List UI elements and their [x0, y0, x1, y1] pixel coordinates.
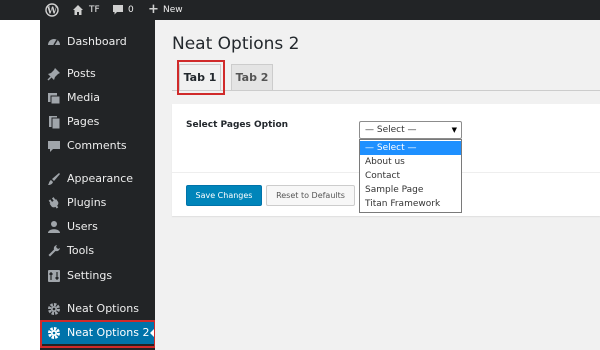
sidebar-item-posts[interactable]: Posts [40, 63, 155, 85]
dropdown-arrow-icon: ▼ [451, 126, 457, 134]
sidebar-item-media[interactable]: Media [40, 87, 155, 109]
tab-2[interactable]: Tab 2 [231, 64, 273, 90]
dashboard-icon [48, 39, 60, 46]
sidebar-item-pages[interactable]: Pages [40, 111, 155, 133]
sidebar-item-label: Neat Options [67, 302, 139, 315]
comments-count: 0 [128, 5, 134, 15]
plus-icon: + [148, 2, 159, 17]
sidebar-item-label: Pages [67, 115, 100, 128]
comment-bubble-icon [113, 5, 123, 15]
settings-icon [48, 270, 60, 282]
pages-icon [49, 116, 61, 130]
sidebar-item-users[interactable]: Users [40, 216, 155, 238]
site-name: TF [89, 5, 100, 15]
sidebar-item-tools[interactable]: Tools [40, 240, 155, 262]
sidebar-item-comments[interactable]: Comments [40, 135, 155, 157]
pages-select[interactable]: — Select — ▼ [359, 121, 462, 139]
sidebar-item-label: Posts [67, 67, 96, 80]
sidebar-item-label: Comments [67, 139, 127, 152]
annotation-highlight-tab [177, 60, 225, 95]
sidebar-item-plugins[interactable]: Plugins [40, 192, 155, 214]
page-title: Neat Options 2 [172, 34, 300, 54]
sidebar-item-label: Settings [67, 269, 113, 282]
reset-to-defaults-button[interactable]: Reset to Defaults [266, 185, 355, 206]
admin-bar: W TF 0 + New [0, 0, 600, 20]
user-icon [48, 221, 60, 233]
admin-sidebar: Dashboard Posts Media Pages Comments App… [40, 20, 155, 350]
sidebar-item-settings[interactable]: Settings [40, 265, 155, 287]
new-label: New [163, 5, 183, 15]
home-icon [73, 5, 83, 15]
media-icon [48, 93, 61, 105]
dropdown-option[interactable]: — Select — [360, 141, 461, 155]
select-current-value: — Select — [365, 125, 417, 135]
dropdown-option[interactable]: About us [360, 155, 461, 169]
pages-dropdown-list: — Select — About us Contact Sample Page … [359, 139, 462, 213]
brush-icon [48, 173, 60, 185]
sidebar-item-label: Tools [67, 244, 95, 257]
gear-icon [48, 303, 60, 315]
wrench-icon [48, 245, 60, 257]
sidebar-item-label: Plugins [67, 196, 107, 209]
sidebar-item-label: Users [67, 220, 98, 233]
wordpress-logo-icon[interactable]: W [45, 0, 59, 20]
dropdown-option[interactable]: Contact [360, 169, 461, 183]
sidebar-item-label: Dashboard [67, 35, 127, 48]
sidebar-item-dashboard[interactable]: Dashboard [40, 31, 155, 53]
sidebar-item-label: Media [67, 91, 101, 104]
dropdown-option[interactable]: Sample Page [360, 183, 461, 197]
plug-icon [48, 197, 59, 209]
tabs-divider [172, 90, 600, 91]
save-changes-button[interactable]: Save Changes [186, 185, 262, 206]
select-pages-option-label: Select Pages Option [186, 120, 289, 130]
annotation-highlight-menu [40, 320, 156, 348]
sidebar-item-appearance[interactable]: Appearance [40, 168, 155, 190]
dropdown-option[interactable]: Titan Framework [360, 197, 461, 211]
sidebar-item-neat-options[interactable]: Neat Options [40, 298, 155, 320]
svg-text:W: W [46, 7, 58, 17]
comment-icon [48, 141, 60, 152]
sidebar-item-label: Appearance [67, 172, 134, 185]
pin-icon [47, 68, 60, 81]
